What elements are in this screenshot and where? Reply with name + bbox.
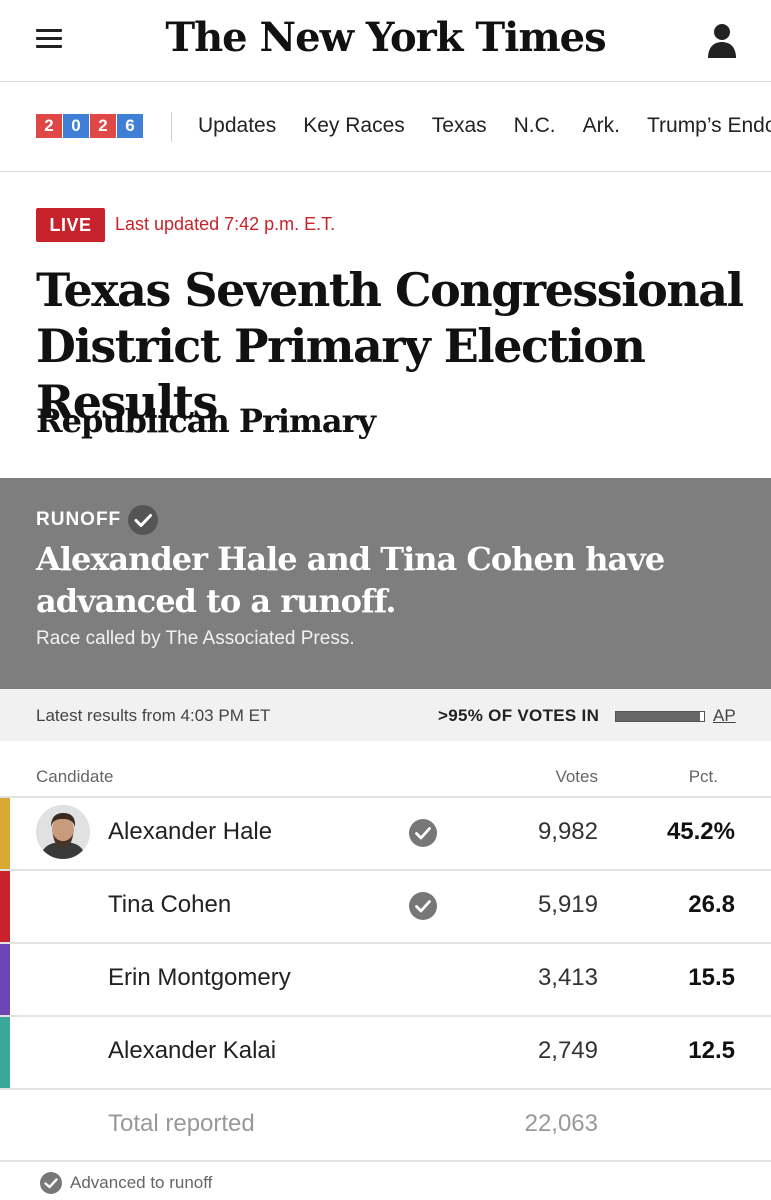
total-votes: 22,063 [524, 1110, 598, 1137]
table-row[interactable]: Tina Cohen 5,919 26.8 [0, 869, 771, 942]
candidate-name: Erin Montgomery [108, 964, 291, 991]
votes-in-label: >95% OF VOTES IN [438, 706, 600, 725]
row-divider [0, 796, 771, 798]
nav-divider [171, 112, 172, 142]
table-row[interactable]: Alexander Kalai 2,749 12.5 [0, 1015, 771, 1088]
election-2026-badge[interactable]: 2 0 2 6 [36, 114, 144, 138]
site-header: The New York Times [0, 0, 771, 82]
candidate-pct: 26.8 [688, 891, 735, 918]
last-updated-text: Last updated 7:42 p.m. E.T. [115, 214, 336, 234]
row-divider [0, 869, 771, 871]
candidate-name: Alexander Hale [108, 818, 273, 845]
nav-item-updates[interactable]: Updates [198, 112, 276, 140]
runoff-label: RUNOFF [36, 509, 122, 530]
runoff-headline: Alexander Hale and Tina Cohen have advan… [36, 540, 665, 620]
votes-in-progress-bar [615, 711, 705, 722]
row-divider [0, 942, 771, 944]
year-digit: 0 [63, 114, 89, 138]
nav-item-ark[interactable]: Ark. [583, 112, 620, 140]
race-called-text: Race called by The Associated Press. [36, 628, 355, 649]
check-circle-icon [128, 505, 158, 535]
check-circle-icon [40, 1172, 62, 1194]
total-label: Total reported [108, 1110, 255, 1137]
candidate-name: Tina Cohen [108, 891, 232, 918]
candidate-pct: 12.5 [688, 1037, 735, 1064]
year-digit: 2 [36, 114, 62, 138]
nav-item-trump-endorsements[interactable]: Trump’s Endorsements [647, 112, 771, 140]
candidate-pct: 15.5 [688, 964, 735, 991]
candidate-pct: 45.2% [666, 818, 735, 845]
column-header-candidate: Candidate [36, 767, 114, 786]
year-digit: 2 [90, 114, 116, 138]
user-account-icon[interactable] [707, 22, 737, 58]
table-bottom-divider [0, 1160, 771, 1162]
nav-item-nc[interactable]: N.C. [514, 112, 556, 140]
ap-source-link[interactable]: AP [713, 706, 736, 726]
candidate-votes: 3,413 [537, 964, 598, 991]
section-nav: 2 0 2 6 Updates Key Races Texas N.C. Ark… [0, 82, 771, 172]
candidate-color-bar [0, 944, 10, 1015]
table-row[interactable]: Alexander Hale 9,982 45.2% [0, 796, 771, 869]
row-divider [0, 1088, 771, 1090]
results-status-bar: Latest results from 4:03 PM ET >95% OF V… [0, 689, 771, 741]
column-header-pct: Pct. [688, 767, 718, 786]
legend: Advanced to runoff [40, 1172, 212, 1194]
candidate-color-bar [0, 1017, 10, 1088]
candidate-votes: 9,982 [537, 818, 598, 845]
nav-items: Updates Key Races Texas N.C. Ark. Trump’… [198, 112, 771, 140]
advanced-check-icon [409, 819, 437, 847]
candidate-votes: 5,919 [537, 891, 598, 918]
candidate-color-bar [0, 871, 10, 942]
nav-item-key-races[interactable]: Key Races [303, 112, 405, 140]
candidate-color-bar [0, 798, 10, 869]
row-divider [0, 1015, 771, 1017]
candidate-votes: 2,749 [537, 1037, 598, 1064]
runoff-banner: RUNOFF Alexander Hale and Tina Cohen hav… [0, 478, 771, 689]
candidate-name: Alexander Kalai [108, 1037, 277, 1064]
column-header-votes: Votes [555, 767, 598, 786]
year-digit: 6 [117, 114, 143, 138]
legend-text: Advanced to runoff [70, 1173, 213, 1192]
nav-item-texas[interactable]: Texas [432, 112, 487, 140]
progress-fill [616, 712, 701, 721]
avatar [36, 805, 90, 859]
live-badge: LIVE [36, 208, 105, 242]
page-subtitle: Republican Primary [36, 402, 376, 440]
advanced-check-icon [409, 892, 437, 920]
table-row[interactable]: Erin Montgomery 3,413 15.5 [0, 942, 771, 1015]
nyt-logo[interactable]: The New York Times [0, 14, 771, 61]
latest-results-time: Latest results from 4:03 PM ET [36, 706, 271, 725]
total-row: Total reported 22,063 [0, 1088, 771, 1162]
